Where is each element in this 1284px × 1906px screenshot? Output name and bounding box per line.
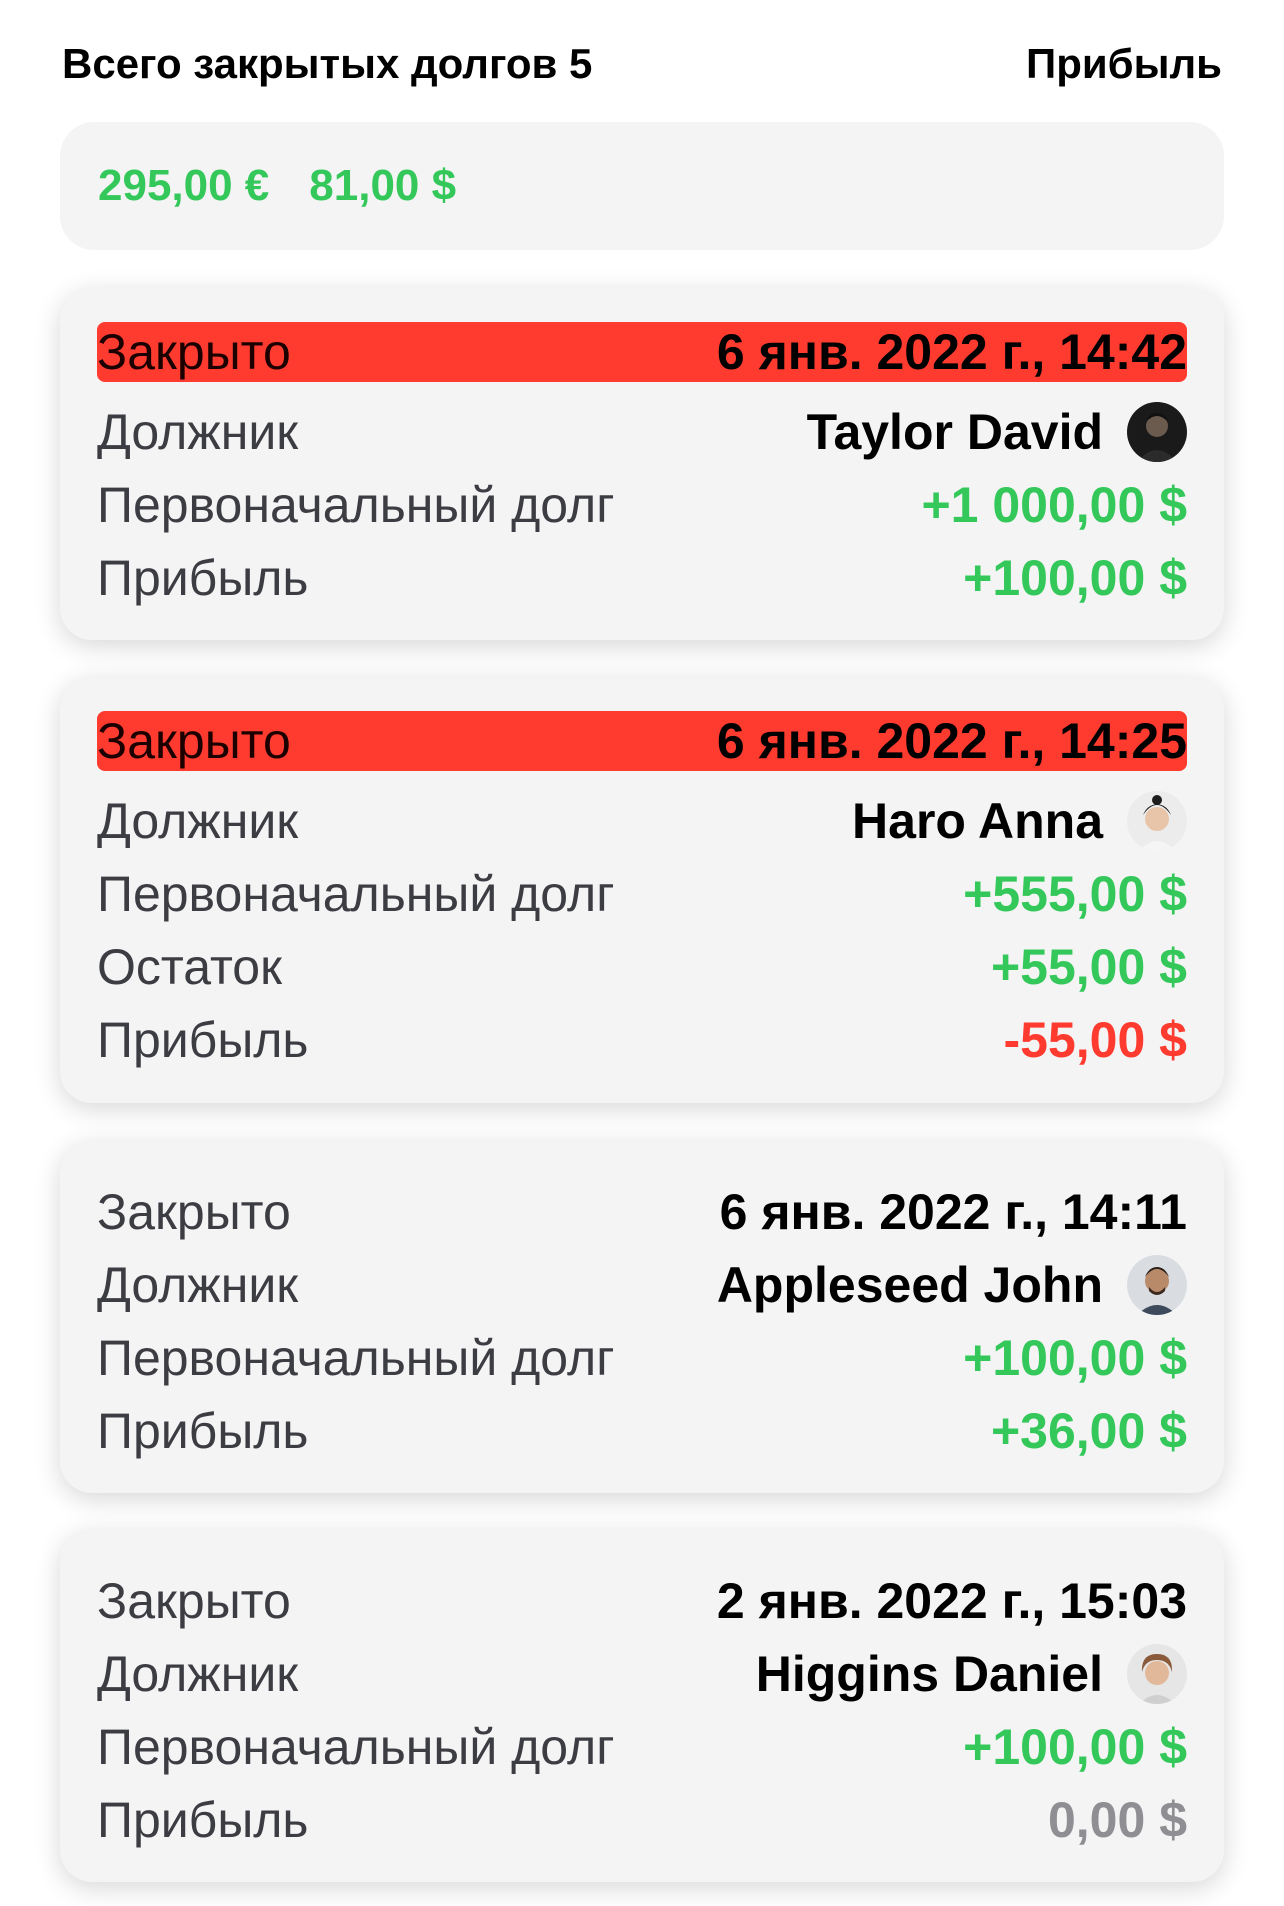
closed-status-row: Закрыто 6 янв. 2022 г., 14:42 <box>97 322 1187 382</box>
initial-debt-label: Первоначальный долг <box>97 476 615 533</box>
total-eur: 295,00 € <box>98 161 270 210</box>
closed-status-row: Закрыто 2 янв. 2022 г., 15:03 <box>97 1564 1187 1637</box>
initial-debt-value: +100,00 $ <box>963 1329 1187 1386</box>
initial-debt-row: Первоначальный долг +1 000,00 $ <box>97 468 1187 541</box>
profit-row: Прибыль -55,00 $ <box>97 1003 1187 1076</box>
debtor-label: Должник <box>97 792 299 849</box>
remainder-label: Остаток <box>97 938 282 995</box>
initial-debt-label: Первоначальный долг <box>97 1718 615 1775</box>
remainder-row: Остаток +55,00 $ <box>97 930 1187 1003</box>
debtor-row: Должник Taylor David <box>97 395 1187 468</box>
initial-debt-label: Первоначальный долг <box>97 865 615 922</box>
initial-debt-row: Первоначальный долг +100,00 $ <box>97 1321 1187 1394</box>
debtor-name: Haro Anna <box>852 792 1103 849</box>
debtor-row: Должник Haro Anna <box>97 784 1187 857</box>
closed-label: Закрыто <box>97 713 291 769</box>
avatar <box>1127 790 1187 851</box>
closed-debt-card[interactable]: Закрыто 6 янв. 2022 г., 14:42 Должник Ta… <box>60 288 1224 640</box>
profit-row: Прибыль 0,00 $ <box>97 1783 1187 1856</box>
profit-row: Прибыль +36,00 $ <box>97 1394 1187 1467</box>
initial-debt-label: Первоначальный долг <box>97 1329 615 1386</box>
profit-row: Прибыль +100,00 $ <box>97 541 1187 614</box>
closed-label: Закрыто <box>97 1572 291 1629</box>
closed-status-row: Закрыто 6 янв. 2022 г., 14:25 <box>97 711 1187 771</box>
closed-debt-card[interactable]: Закрыто 6 янв. 2022 г., 14:11 Должник Ap… <box>60 1141 1224 1493</box>
profit-value: -55,00 $ <box>1003 1011 1187 1068</box>
closed-debts-count-title: Всего закрытых долгов 5 <box>62 40 593 87</box>
closed-status-row: Закрыто 6 янв. 2022 г., 14:11 <box>97 1175 1187 1248</box>
screen-header: Всего закрытых долгов 5 Прибыль <box>62 34 1222 94</box>
closed-label: Закрыто <box>97 1183 291 1240</box>
debtor-row: Должник Appleseed John <box>97 1248 1187 1321</box>
initial-debt-value: +100,00 $ <box>963 1718 1187 1775</box>
total-usd: 81,00 $ <box>309 161 457 210</box>
debtor-label: Должник <box>97 1645 299 1702</box>
profit-value: +100,00 $ <box>963 549 1187 606</box>
debtor-name: Appleseed John <box>716 1256 1103 1313</box>
avatar <box>1127 1254 1187 1315</box>
profit-value: 0,00 $ <box>1047 1791 1187 1848</box>
profit-label: Прибыль <box>97 1011 309 1068</box>
profit-label: Прибыль <box>97 549 309 606</box>
profit-label: Прибыль <box>97 1402 309 1459</box>
initial-debt-row: Первоначальный долг +100,00 $ <box>97 1710 1187 1783</box>
debtor-label: Должник <box>97 1256 299 1313</box>
debtor-label: Должник <box>97 403 299 460</box>
initial-debt-value: +555,00 $ <box>963 865 1187 922</box>
initial-debt-value: +1 000,00 $ <box>921 476 1187 533</box>
closed-debt-card[interactable]: Закрыто 6 янв. 2022 г., 14:25 Должник Ha… <box>60 677 1224 1103</box>
debtor-name: Higgins Daniel <box>755 1645 1103 1702</box>
closed-date: 6 янв. 2022 г., 14:25 <box>716 713 1187 769</box>
avatar <box>1127 1643 1187 1704</box>
avatar <box>1127 401 1187 462</box>
debtor-name: Taylor David <box>806 403 1103 460</box>
closed-date: 6 янв. 2022 г., 14:42 <box>716 324 1187 380</box>
closed-date: 2 янв. 2022 г., 15:03 <box>716 1572 1187 1629</box>
profit-label: Прибыль <box>97 1791 309 1848</box>
remainder-value: +55,00 $ <box>990 938 1187 995</box>
profit-totals-panel: 295,00 € 81,00 $ <box>60 122 1224 250</box>
closed-date: 6 янв. 2022 г., 14:11 <box>719 1183 1187 1240</box>
closed-label: Закрыто <box>97 324 291 380</box>
initial-debt-row: Первоначальный долг +555,00 $ <box>97 857 1187 930</box>
profit-value: +36,00 $ <box>990 1402 1187 1459</box>
profit-sort-button[interactable]: Прибыль <box>1026 40 1222 88</box>
closed-debt-card[interactable]: Закрыто 2 янв. 2022 г., 15:03 Должник Hi… <box>60 1530 1224 1882</box>
debtor-row: Должник Higgins Daniel <box>97 1637 1187 1710</box>
